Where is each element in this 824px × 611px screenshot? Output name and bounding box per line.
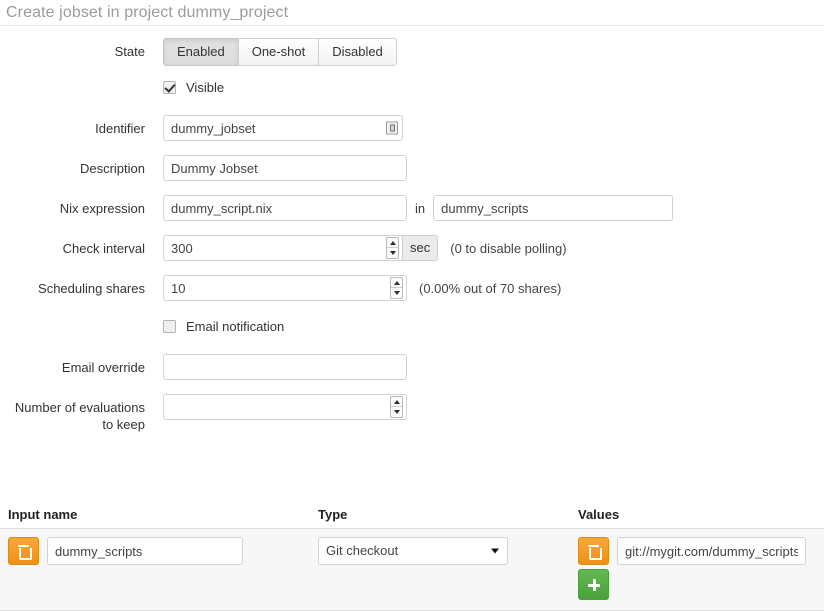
identifier-label: Identifier — [95, 121, 145, 136]
check-interval-label: Check interval — [62, 241, 145, 256]
autofill-key-icon[interactable] — [386, 121, 398, 135]
nix-expression-input-name-input[interactable] — [433, 195, 674, 221]
form-row-description: Description — [0, 155, 824, 181]
column-header-values: Values — [578, 507, 620, 522]
trash-icon — [18, 544, 32, 560]
form-row-email-notification: Email notification — [0, 319, 824, 334]
input-type-select[interactable]: Git checkout — [318, 537, 508, 565]
state-control: Enabled One-shot Disabled — [145, 38, 824, 66]
check-interval-control: sec (0 to disable polling) — [145, 235, 824, 261]
evaluations-to-keep-input[interactable] — [163, 394, 407, 420]
scheduling-shares-label: Scheduling shares — [38, 281, 145, 296]
identifier-input[interactable] — [163, 115, 403, 141]
state-option-enabled[interactable]: Enabled — [163, 38, 238, 66]
form-row-scheduling-shares: Scheduling shares (0.00% out of 70 share… — [0, 275, 824, 301]
form-row-state: State Enabled One-shot Disabled — [0, 38, 824, 66]
visible-checkbox-label[interactable]: Visible — [186, 80, 224, 95]
nix-expression-label: Nix expression — [59, 201, 145, 216]
jobset-form: State Enabled One-shot Disabled Visible … — [0, 26, 824, 433]
form-row-check-interval: Check interval sec (0 to disable polling… — [0, 235, 824, 261]
description-control — [145, 155, 824, 181]
state-label: State — [114, 44, 145, 59]
evaluations-to-keep-stepper[interactable] — [390, 396, 403, 418]
column-header-type: Type — [318, 507, 348, 522]
check-interval-unit: sec — [402, 235, 439, 261]
email-notification-checkbox-label[interactable]: Email notification — [186, 319, 284, 334]
stepper-up-icon[interactable] — [391, 278, 402, 288]
form-row-evaluations-to-keep: Number of evaluations to keep — [0, 394, 824, 433]
email-override-label: Email override — [61, 360, 145, 375]
evaluations-to-keep-control — [145, 394, 824, 420]
visible-checkbox[interactable] — [163, 81, 176, 94]
stepper-down-icon[interactable] — [391, 407, 402, 417]
identifier-control — [145, 115, 824, 141]
input-value-field[interactable] — [617, 537, 806, 565]
delete-value-button[interactable] — [578, 537, 609, 565]
stepper-up-icon[interactable] — [387, 238, 398, 248]
check-interval-input[interactable] — [163, 235, 403, 261]
state-option-one-shot[interactable]: One-shot — [237, 38, 319, 66]
nix-expression-joiner: in — [415, 200, 426, 216]
email-notification-control: Email notification — [145, 319, 284, 334]
form-row-identifier: Identifier — [0, 115, 824, 141]
input-values-stack — [578, 537, 824, 600]
check-interval-stepper[interactable] — [386, 237, 399, 259]
scheduling-shares-input[interactable] — [163, 275, 407, 301]
jobset-inputs-table: Input name Type Values Git checkout — [0, 507, 824, 611]
scheduling-shares-stepper[interactable] — [390, 277, 403, 299]
form-row-nix-expression: Nix expression in — [0, 195, 824, 221]
column-header-input-name: Input name — [8, 507, 78, 522]
visible-control: Visible — [145, 80, 224, 95]
scheduling-shares-input-wrapper — [163, 275, 407, 301]
email-override-control — [145, 354, 824, 380]
state-button-group[interactable]: Enabled One-shot Disabled — [163, 38, 397, 66]
email-notification-checkbox[interactable] — [163, 320, 176, 333]
input-value-row — [578, 537, 824, 565]
evaluations-to-keep-label: Number of evaluations to keep — [0, 394, 145, 433]
stepper-down-icon[interactable] — [391, 288, 402, 298]
delete-input-button[interactable] — [8, 537, 39, 565]
check-interval-hint: (0 to disable polling) — [450, 240, 567, 256]
inputs-table-header: Input name Type Values — [0, 507, 824, 529]
identifier-input-wrapper — [163, 115, 403, 141]
state-option-disabled[interactable]: Disabled — [318, 38, 397, 66]
scheduling-shares-hint: (0.00% out of 70 shares) — [419, 280, 562, 296]
page-title: Create jobset in project dummy_project — [6, 4, 289, 21]
input-type-cell: Git checkout — [318, 537, 578, 600]
page-header: Create jobset in project dummy_project — [0, 0, 824, 26]
add-value-button[interactable] — [578, 569, 609, 600]
email-override-input[interactable] — [163, 354, 407, 380]
nix-expression-control: in — [145, 195, 824, 221]
nix-expression-file-input[interactable] — [163, 195, 407, 221]
plus-icon — [587, 578, 600, 591]
stepper-up-icon[interactable] — [391, 397, 402, 407]
evaluations-to-keep-input-wrapper — [163, 394, 407, 420]
form-row-email-override: Email override — [0, 354, 824, 380]
input-values-cell — [578, 537, 824, 600]
trash-icon — [588, 544, 602, 560]
chevron-down-icon — [491, 548, 499, 554]
form-row-visible: Visible — [0, 80, 824, 95]
evaluations-to-keep-label-line2: to keep — [102, 417, 145, 432]
input-name-cell — [0, 537, 318, 600]
stepper-down-icon[interactable] — [387, 248, 398, 258]
input-type-selected-value: Git checkout — [326, 543, 399, 558]
description-label: Description — [79, 161, 145, 176]
check-interval-input-wrapper — [163, 235, 403, 261]
evaluations-to-keep-label-line1: Number of evaluations — [14, 400, 145, 415]
input-name-field[interactable] — [47, 537, 243, 565]
description-input[interactable] — [163, 155, 407, 181]
scheduling-shares-control: (0.00% out of 70 shares) — [145, 275, 824, 301]
